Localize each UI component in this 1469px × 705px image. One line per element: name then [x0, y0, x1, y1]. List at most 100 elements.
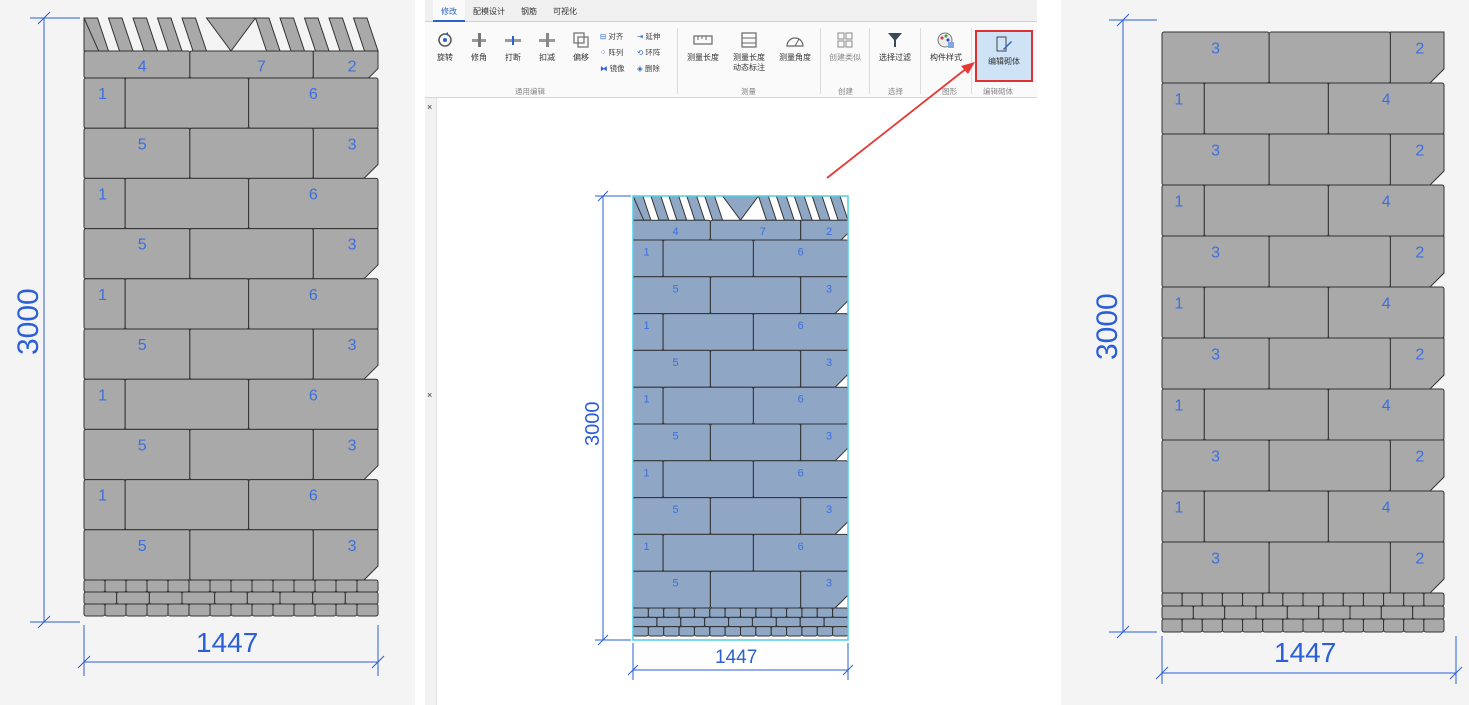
measure-dynamic-button[interactable]: 测量长度 动态标注: [727, 30, 771, 73]
width-dimension: 1447: [77, 625, 385, 676]
block-number: 1: [1174, 193, 1183, 210]
brick: [124, 77, 250, 129]
diagonal-brick: [650, 195, 670, 221]
block-number: 1: [643, 394, 649, 406]
top-block-number: 4: [138, 58, 147, 75]
array-command[interactable]: ⁘ 阵列: [600, 47, 623, 58]
deduct-button[interactable]: 扣减: [533, 30, 561, 63]
width-dimension: 1447: [1155, 636, 1463, 684]
diagonal-brick: [107, 17, 134, 52]
brick: [124, 278, 250, 330]
width-dimension: 1447: [627, 643, 854, 680]
block-number: 3: [826, 578, 832, 590]
block-number: 5: [673, 430, 679, 442]
end-brick: [800, 423, 849, 462]
brick: [709, 219, 802, 241]
end-brick: [800, 219, 849, 241]
small-brick: [775, 616, 801, 628]
small-brick: [728, 616, 753, 628]
block-number: 3: [348, 538, 357, 555]
width-dim-label: 1447: [196, 627, 258, 658]
small-brick: [1403, 592, 1425, 607]
block-number: 4: [1382, 91, 1391, 108]
small-brick: [272, 579, 295, 593]
edit-masonry-button[interactable]: 编辑砌体: [975, 30, 1033, 82]
small-brick: [116, 591, 150, 605]
brick: [189, 50, 314, 79]
block-number: 6: [798, 541, 804, 553]
array-icon: ⁘: [600, 48, 607, 57]
tab-formwork-design[interactable]: 配模设计: [465, 0, 513, 22]
group-general-edit: 通用编辑: [515, 87, 545, 96]
ring-array-command[interactable]: ⟲ 环阵: [637, 47, 660, 58]
measure-length-button[interactable]: 测量长度: [683, 30, 723, 63]
small-brick: [832, 607, 849, 618]
small-brick: [1201, 618, 1223, 633]
small-brick: [786, 626, 803, 637]
small-brick: [799, 616, 825, 628]
small-brick: [335, 579, 358, 593]
small-brick: [251, 579, 274, 593]
create-similar-icon: [835, 30, 855, 50]
height-dim-label: 3000: [12, 288, 45, 355]
brick: [1268, 337, 1391, 390]
small-brick: [1383, 592, 1405, 607]
small-brick: [1224, 605, 1257, 620]
block-number: 4: [1382, 499, 1391, 516]
diagonal-brick: [686, 195, 706, 221]
mirror-command[interactable]: ⧓ 镜像: [600, 63, 625, 74]
ribbon-tabs: 修改 配模设计 钢筋 可视化: [425, 0, 1037, 22]
block-number: 2: [1415, 40, 1424, 57]
small-brick: [1242, 618, 1264, 633]
filter-select-button[interactable]: 选择过滤: [875, 30, 915, 63]
rotate-icon: [435, 30, 455, 50]
rotate-button[interactable]: 旋转: [431, 30, 459, 63]
block-number: 2: [1415, 448, 1424, 465]
offset-label: 偏移: [573, 53, 589, 62]
block-number: 5: [138, 237, 147, 254]
small-brick: [656, 616, 682, 628]
brick: [1203, 490, 1329, 543]
brick: [124, 177, 250, 230]
create-similar-label: 创建类似: [829, 53, 861, 62]
delete-label: 删除: [644, 64, 660, 73]
small-brick: [755, 607, 772, 618]
block-number: 5: [138, 437, 147, 454]
create-similar-button[interactable]: 创建类似: [825, 30, 865, 63]
diagonal-brick: [811, 195, 831, 221]
diagonal-brick: [703, 195, 724, 221]
small-brick: [770, 607, 788, 618]
measure-angle-button[interactable]: 测量角度: [775, 30, 815, 63]
extend-command[interactable]: ⇥ 延伸: [637, 31, 660, 42]
small-brick: [148, 591, 183, 605]
small-brick: [1349, 605, 1382, 620]
tab-modify[interactable]: 修改: [433, 0, 465, 22]
break-button[interactable]: 打断: [499, 30, 527, 63]
small-brick: [1161, 592, 1183, 607]
offset-button[interactable]: 偏移: [567, 30, 595, 63]
small-brick: [1181, 592, 1203, 607]
end-brick: [800, 570, 849, 609]
tab-visualization[interactable]: 可视化: [545, 0, 585, 22]
small-brick: [724, 626, 741, 637]
block-number: 5: [138, 337, 147, 354]
block-number: 2: [1415, 346, 1424, 363]
masonry-wall-selected[interactable]: 4 7 2 1 6 5 3 1 6 5 3 1 6 5 3 1 6 5 3 1 6 5 3: [632, 195, 849, 641]
align-command[interactable]: ⊟ 对齐: [600, 31, 623, 42]
small-brick: [1201, 592, 1223, 607]
small-brick: [816, 626, 834, 637]
component-style-button[interactable]: 构件样式: [925, 30, 967, 63]
filter-select-label: 选择过滤: [879, 53, 911, 62]
trim-button[interactable]: 修角: [465, 30, 493, 63]
close-icon[interactable]: ×: [427, 102, 432, 112]
delete-command[interactable]: ◈ 删除: [637, 63, 660, 74]
drawing-canvas[interactable]: × × 4 7 2 1 6 5 3 1 6 5 3 1 6 5 3 1 6 5 3 1 6 5 3 3000 1447: [425, 98, 1037, 705]
tab-rebar[interactable]: 钢筋: [513, 0, 545, 22]
deduct-label: 扣减: [539, 53, 555, 62]
right-wall-drawing: 3 2 1 4 3 2 1 4 3 2 1 4 3 2 1 4 3 2 1 4 3 2 3000 1447: [1091, 13, 1463, 684]
brick: [662, 386, 754, 425]
small-brick: [1342, 592, 1364, 607]
brick: [1268, 31, 1391, 84]
close-icon[interactable]: ×: [427, 390, 432, 400]
extend-icon: ⇥: [637, 32, 644, 41]
